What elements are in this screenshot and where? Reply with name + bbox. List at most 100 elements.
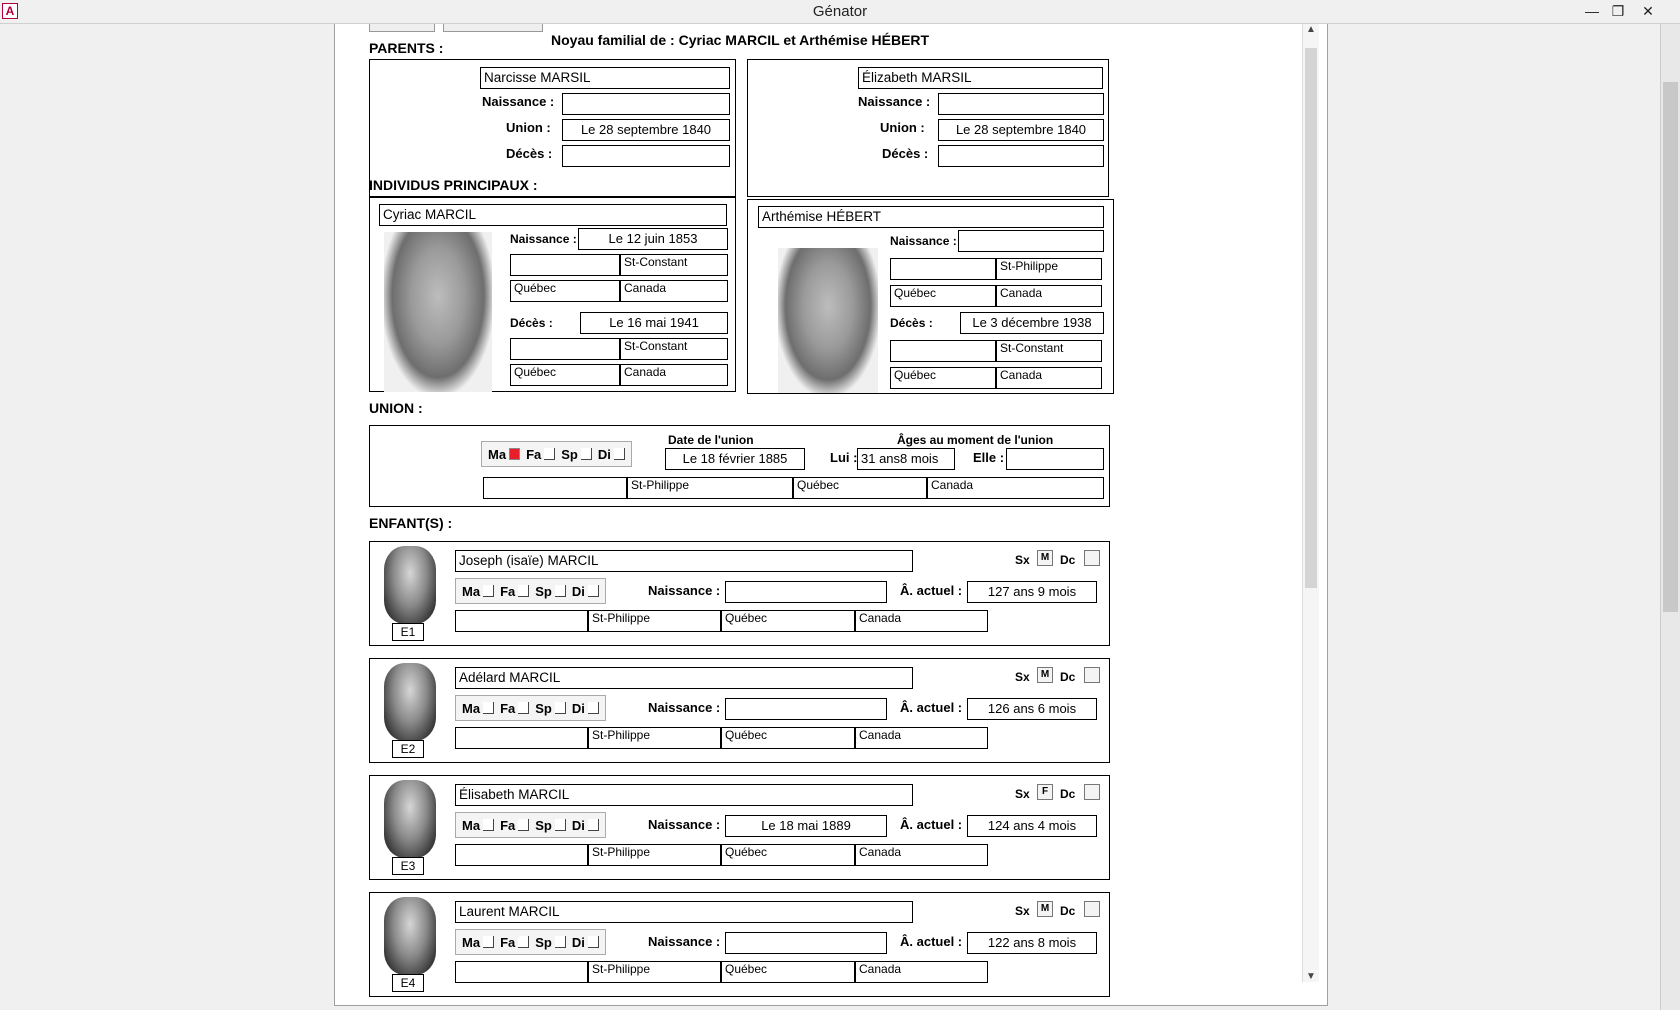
scroll-up-icon[interactable]: ▲ xyxy=(1306,24,1316,35)
child-place-3[interactable]: Québec xyxy=(721,961,855,983)
child-flag-di[interactable]: Di xyxy=(572,584,599,599)
union-flag-sp[interactable]: Sp xyxy=(561,447,592,462)
husband-birth-place-1[interactable] xyxy=(510,254,620,276)
child-flag-fa[interactable]: Fa xyxy=(500,701,530,716)
child-di-checkbox[interactable] xyxy=(587,702,599,714)
union-place-1[interactable] xyxy=(483,477,627,499)
child-fa-checkbox[interactable] xyxy=(518,702,530,714)
child-sp-checkbox[interactable] xyxy=(554,819,566,831)
nav-button-1[interactable] xyxy=(369,24,435,32)
father-death-field[interactable] xyxy=(562,145,730,167)
wife-name-field[interactable]: Arthémise HÉBERT xyxy=(758,206,1104,228)
child-age-field[interactable]: 126 ans 6 mois xyxy=(967,698,1097,720)
child-di-checkbox[interactable] xyxy=(587,819,599,831)
child-flag-ma[interactable]: Ma xyxy=(462,701,495,716)
union-sp-checkbox[interactable] xyxy=(580,448,592,460)
union-age-him-field[interactable]: 31 ans8 mois xyxy=(857,448,955,470)
child-sp-checkbox[interactable] xyxy=(554,702,566,714)
child-sex-box[interactable]: M xyxy=(1037,901,1053,917)
husband-birth-date[interactable]: Le 12 juin 1853 xyxy=(578,228,728,250)
child-sp-checkbox[interactable] xyxy=(554,936,566,948)
child-fa-checkbox[interactable] xyxy=(518,585,530,597)
union-age-her-field[interactable] xyxy=(1006,448,1104,470)
child-flag-fa[interactable]: Fa xyxy=(500,818,530,833)
child-flag-ma[interactable]: Ma xyxy=(462,584,495,599)
wife-birth-place-4[interactable]: Canada xyxy=(996,285,1102,307)
child-flag-ma[interactable]: Ma xyxy=(462,935,495,950)
child-place-3[interactable]: Québec xyxy=(721,727,855,749)
child-age-field[interactable]: 127 ans 9 mois xyxy=(967,581,1097,603)
husband-name-field[interactable]: Cyriac MARCIL xyxy=(379,204,727,226)
union-flag-fa[interactable]: Fa xyxy=(526,447,556,462)
child-ma-checkbox[interactable] xyxy=(483,819,495,831)
child-place-1[interactable] xyxy=(455,727,588,749)
child-place-3[interactable]: Québec xyxy=(721,844,855,866)
form-scrollbar-thumb[interactable] xyxy=(1305,48,1317,588)
union-flag-di[interactable]: Di xyxy=(598,447,625,462)
husband-death-date[interactable]: Le 16 mai 1941 xyxy=(580,312,728,334)
nav-button-2[interactable] xyxy=(443,24,543,32)
union-fa-checkbox[interactable] xyxy=(544,448,556,460)
husband-death-place-2[interactable]: St-Constant xyxy=(620,338,728,360)
child-di-checkbox[interactable] xyxy=(587,585,599,597)
child-ma-checkbox[interactable] xyxy=(483,936,495,948)
wife-death-place-1[interactable] xyxy=(890,340,996,362)
wife-birth-date[interactable] xyxy=(958,230,1104,252)
wife-birth-place-2[interactable]: St-Philippe xyxy=(996,258,1102,280)
mother-name-field[interactable]: Élizabeth MARSIL xyxy=(858,67,1103,89)
child-flag-sp[interactable]: Sp xyxy=(535,818,566,833)
child-place-4[interactable]: Canada xyxy=(855,610,988,632)
father-name-field[interactable]: Narcisse MARSIL xyxy=(480,67,730,89)
child-name-field[interactable]: Adélard MARCIL xyxy=(455,667,913,689)
child-sex-box[interactable]: M xyxy=(1037,667,1053,683)
father-birth-field[interactable] xyxy=(562,93,730,115)
union-place-3[interactable]: Québec xyxy=(793,477,927,499)
wife-death-place-4[interactable]: Canada xyxy=(996,367,1102,389)
child-name-field[interactable]: Joseph (isaïe) MARCIL xyxy=(455,550,913,572)
child-place-1[interactable] xyxy=(455,844,588,866)
union-date-field[interactable]: Le 18 février 1885 xyxy=(665,448,805,470)
child-place-1[interactable] xyxy=(455,961,588,983)
child-deceased-checkbox[interactable] xyxy=(1084,667,1100,683)
mother-birth-field[interactable] xyxy=(938,93,1104,115)
window-scrollbar-thumb[interactable] xyxy=(1663,82,1678,612)
mother-union-field[interactable]: Le 28 septembre 1840 xyxy=(938,119,1104,141)
child-flag-sp[interactable]: Sp xyxy=(535,935,566,950)
restore-icon[interactable]: ❐ xyxy=(1606,1,1630,21)
child-birth-field[interactable]: Le 18 mai 1889 xyxy=(725,815,887,837)
close-icon[interactable]: ✕ xyxy=(1636,1,1660,21)
child-place-3[interactable]: Québec xyxy=(721,610,855,632)
scroll-down-icon[interactable]: ▼ xyxy=(1306,971,1316,982)
child-age-field[interactable]: 122 ans 8 mois xyxy=(967,932,1097,954)
husband-death-place-3[interactable]: Québec xyxy=(510,364,620,386)
child-flag-di[interactable]: Di xyxy=(572,701,599,716)
child-flag-di[interactable]: Di xyxy=(572,818,599,833)
wife-death-date[interactable]: Le 3 décembre 1938 xyxy=(960,312,1104,334)
child-ma-checkbox[interactable] xyxy=(483,585,495,597)
child-place-1[interactable] xyxy=(455,610,588,632)
union-flag-ma[interactable]: Ma xyxy=(488,447,521,462)
child-place-2[interactable]: St-Philippe xyxy=(588,727,721,749)
child-flag-sp[interactable]: Sp xyxy=(535,584,566,599)
child-sex-box[interactable]: M xyxy=(1037,550,1053,566)
child-place-2[interactable]: St-Philippe xyxy=(588,844,721,866)
child-fa-checkbox[interactable] xyxy=(518,936,530,948)
mother-death-field[interactable] xyxy=(938,145,1104,167)
husband-birth-place-4[interactable]: Canada xyxy=(620,280,728,302)
child-sex-box[interactable]: F xyxy=(1037,784,1053,800)
wife-death-place-3[interactable]: Québec xyxy=(890,367,996,389)
union-place-2[interactable]: St-Philippe xyxy=(627,477,793,499)
child-di-checkbox[interactable] xyxy=(587,936,599,948)
child-deceased-checkbox[interactable] xyxy=(1084,784,1100,800)
child-place-2[interactable]: St-Philippe xyxy=(588,610,721,632)
child-birth-field[interactable] xyxy=(725,698,887,720)
husband-death-place-4[interactable]: Canada xyxy=(620,364,728,386)
child-deceased-checkbox[interactable] xyxy=(1084,901,1100,917)
child-place-2[interactable]: St-Philippe xyxy=(588,961,721,983)
minimize-icon[interactable]: — xyxy=(1580,1,1604,21)
child-flag-fa[interactable]: Fa xyxy=(500,584,530,599)
child-birth-field[interactable] xyxy=(725,932,887,954)
father-union-field[interactable]: Le 28 septembre 1840 xyxy=(562,119,730,141)
union-di-checkbox[interactable] xyxy=(613,448,625,460)
child-flag-fa[interactable]: Fa xyxy=(500,935,530,950)
